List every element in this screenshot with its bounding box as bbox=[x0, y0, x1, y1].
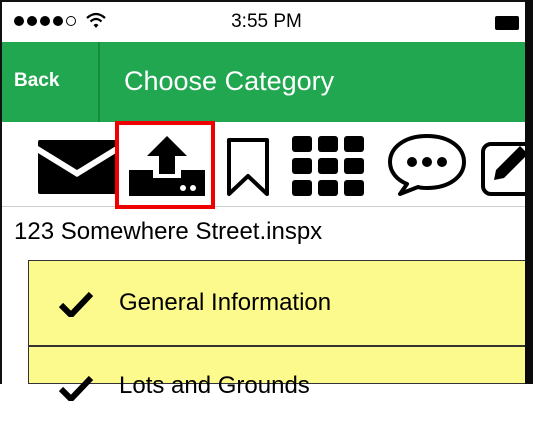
bookmark-icon[interactable] bbox=[225, 136, 271, 198]
list-item-label: Lots and Grounds bbox=[119, 372, 310, 399]
checkmark-icon bbox=[59, 375, 93, 401]
chat-bubble-icon[interactable] bbox=[386, 132, 468, 198]
screen-border bbox=[525, 0, 533, 384]
checkmark-icon bbox=[59, 291, 93, 317]
back-button[interactable]: Back bbox=[14, 70, 59, 92]
screen-border bbox=[0, 0, 2, 384]
category-list: General Information Lots and Grounds bbox=[28, 260, 526, 401]
envelope-icon[interactable] bbox=[36, 138, 118, 196]
page-title: Choose Category bbox=[124, 66, 335, 96]
status-time: 3:55 PM bbox=[231, 11, 302, 32]
list-item-label: General Information bbox=[119, 289, 332, 316]
list-item[interactable]: General Information bbox=[29, 261, 526, 345]
document-filename: 123 Somewhere Street.inspx bbox=[14, 218, 323, 245]
grid-icon[interactable] bbox=[292, 136, 364, 196]
list-item[interactable]: Lots and Grounds bbox=[29, 347, 526, 431]
upload-highlight-box bbox=[115, 121, 215, 209]
screen-border bbox=[0, 0, 533, 2]
toolbar bbox=[2, 122, 525, 207]
nav-bar: Back Choose Category bbox=[2, 42, 525, 122]
nav-divider bbox=[98, 42, 100, 122]
edit-icon[interactable] bbox=[480, 136, 525, 198]
